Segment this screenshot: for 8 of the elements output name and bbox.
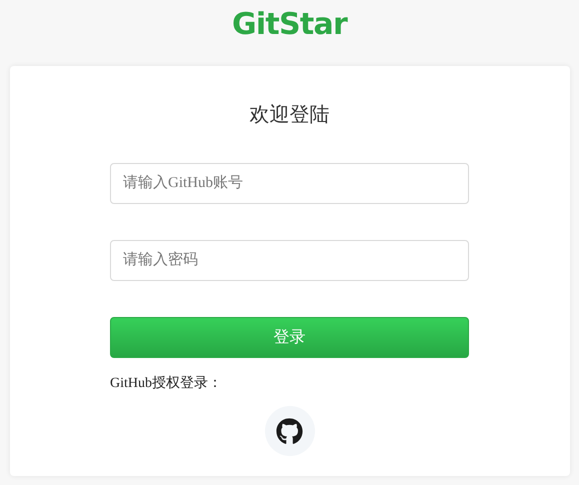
login-button[interactable]: 登录 [110, 317, 469, 358]
card-title: 欢迎登陆 [250, 103, 330, 128]
input-field[interactable]: 请输入GitHub账号 [110, 163, 469, 204]
cat-logo-icon [276, 418, 303, 444]
logo: GitStar [232, 6, 347, 44]
input-field[interactable]: 请输入密码 [110, 240, 469, 281]
oauth-login-button[interactable] [264, 406, 314, 456]
oauth-label: GitHub授权登录： [110, 374, 223, 393]
